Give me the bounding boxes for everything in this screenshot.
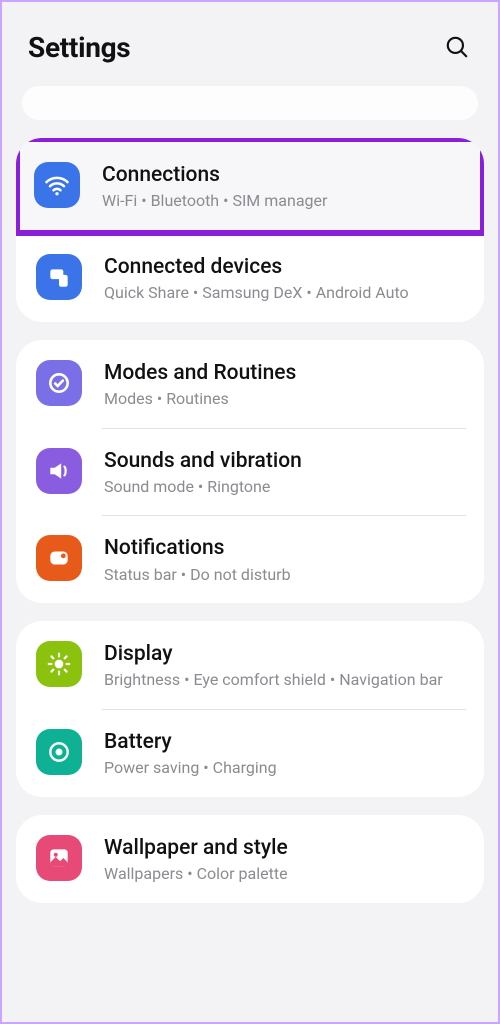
search-button[interactable]: [440, 30, 474, 64]
item-title: Sounds and vibration: [104, 448, 466, 474]
item-wallpaper-style[interactable]: Wallpaper and style Wallpapers • Color p…: [16, 815, 484, 903]
wifi-icon: [34, 162, 80, 208]
settings-group: Modes and Routines Modes • Routines Soun…: [16, 340, 484, 604]
item-modes-routines[interactable]: Modes and Routines Modes • Routines: [16, 340, 484, 428]
item-notifications[interactable]: Notifications Status bar • Do not distur…: [16, 515, 484, 603]
item-subtitle: Brightness • Eye comfort shield • Naviga…: [104, 669, 466, 691]
item-title: Notifications: [104, 535, 466, 561]
notifications-icon: [36, 535, 82, 581]
item-connected-devices[interactable]: Connected devices Quick Share • Samsung …: [16, 234, 484, 322]
battery-icon: [36, 729, 82, 775]
item-title: Modes and Routines: [104, 360, 466, 386]
search-pill[interactable]: [22, 86, 478, 120]
settings-group: Connections Wi-Fi • Bluetooth • SIM mana…: [16, 138, 484, 322]
settings-group: Wallpaper and style Wallpapers • Color p…: [16, 815, 484, 903]
item-battery[interactable]: Battery Power saving • Charging: [16, 709, 484, 797]
item-title: Wallpaper and style: [104, 835, 466, 861]
modes-icon: [36, 360, 82, 406]
item-connections[interactable]: Connections Wi-Fi • Bluetooth • SIM mana…: [16, 138, 484, 236]
item-subtitle: Sound mode • Ringtone: [104, 476, 466, 498]
item-subtitle: Quick Share • Samsung DeX • Android Auto: [104, 282, 466, 304]
wallpaper-icon: [36, 835, 82, 881]
header: Settings: [16, 2, 484, 86]
item-sounds-vibration[interactable]: Sounds and vibration Sound mode • Ringto…: [16, 428, 484, 516]
item-subtitle: Wallpapers • Color palette: [104, 863, 466, 885]
item-title: Connections: [102, 162, 462, 188]
sound-icon: [36, 448, 82, 494]
item-subtitle: Power saving • Charging: [104, 757, 466, 779]
display-icon: [36, 641, 82, 687]
search-icon: [444, 34, 470, 60]
page-title: Settings: [28, 31, 130, 64]
settings-group: Display Brightness • Eye comfort shield …: [16, 621, 484, 797]
item-subtitle: Modes • Routines: [104, 388, 466, 410]
item-title: Connected devices: [104, 254, 466, 280]
item-title: Battery: [104, 729, 466, 755]
devices-icon: [36, 254, 82, 300]
item-subtitle: Wi-Fi • Bluetooth • SIM manager: [102, 190, 462, 212]
item-title: Display: [104, 641, 466, 667]
item-subtitle: Status bar • Do not disturb: [104, 564, 466, 586]
item-display[interactable]: Display Brightness • Eye comfort shield …: [16, 621, 484, 709]
